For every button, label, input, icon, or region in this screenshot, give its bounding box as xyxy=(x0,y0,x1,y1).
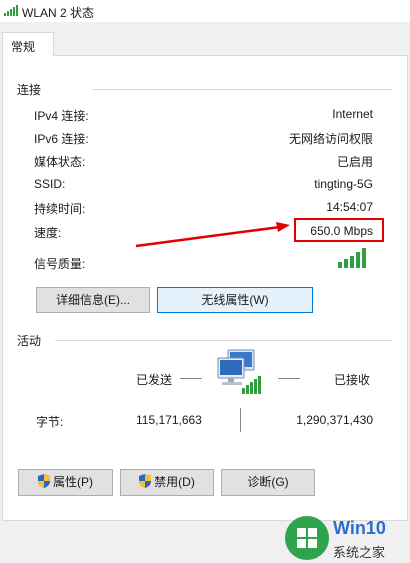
properties-button[interactable]: 属性(P) xyxy=(18,469,113,496)
activity-divider xyxy=(55,340,392,341)
network-computer-icon xyxy=(217,349,261,394)
details-button[interactable]: 详细信息(E)... xyxy=(36,287,150,313)
tab-general-label: 常规 xyxy=(11,40,36,54)
ssid-value: tingting-5G xyxy=(314,177,373,191)
connection-divider xyxy=(92,89,392,90)
properties-button-label: 属性(P) xyxy=(53,475,93,489)
wireless-properties-label: 无线属性(W) xyxy=(201,293,269,307)
diagnose-button[interactable]: 诊断(G) xyxy=(221,469,315,496)
win10-watermark-logo: Win10 系统之家 xyxy=(285,514,410,563)
ssid-label: SSID: xyxy=(34,177,66,191)
signal-strength-icon xyxy=(338,248,366,268)
title-bar: WLAN 2 状态 xyxy=(0,0,410,22)
watermark-title: Win10 xyxy=(333,518,386,538)
duration-value: 14:54:07 xyxy=(326,200,373,214)
speed-label: 速度: xyxy=(34,226,62,240)
wifi-signal-icon xyxy=(4,5,18,16)
ipv6-value: 无网络访问权限 xyxy=(288,132,373,146)
bytes-divider xyxy=(240,408,241,432)
ipv4-value: Internet xyxy=(332,107,373,121)
sent-label: 已发送 xyxy=(136,373,173,387)
connection-section-label: 连接 xyxy=(17,83,42,97)
disable-button-label: 禁用(D) xyxy=(154,475,195,489)
received-label: 已接收 xyxy=(334,373,371,387)
bytes-sent-value: 115,171,663 xyxy=(136,413,202,427)
details-button-label: 详细信息(E)... xyxy=(56,293,130,307)
signal-quality-label: 信号质量: xyxy=(34,257,86,271)
sent-connector-line xyxy=(180,378,202,379)
bytes-label: 字节: xyxy=(36,415,64,429)
media-state-label: 媒体状态: xyxy=(34,155,86,169)
window-title: WLAN 2 状态 xyxy=(22,6,95,20)
windows-logo-icon xyxy=(285,516,329,560)
annotation-arrow-icon xyxy=(135,222,290,248)
received-connector-line xyxy=(278,378,300,379)
duration-label: 持续时间: xyxy=(34,202,86,216)
activity-section-label: 活动 xyxy=(17,334,42,348)
diagnose-button-label: 诊断(G) xyxy=(247,475,289,489)
uac-shield-icon xyxy=(38,474,50,488)
disable-button[interactable]: 禁用(D) xyxy=(120,469,214,496)
media-state-value: 已启用 xyxy=(336,155,373,169)
speed-highlight-box xyxy=(294,218,384,242)
ipv4-label: IPv4 连接: xyxy=(34,109,89,123)
ipv6-label: IPv6 连接: xyxy=(34,132,89,146)
watermark-subtitle: 系统之家 xyxy=(333,545,386,560)
wireless-properties-button[interactable]: 无线属性(W) xyxy=(157,287,313,313)
uac-shield-icon xyxy=(139,474,152,488)
bytes-received-value: 1,290,371,430 xyxy=(296,413,373,427)
tab-general[interactable]: 常规 xyxy=(2,32,54,57)
